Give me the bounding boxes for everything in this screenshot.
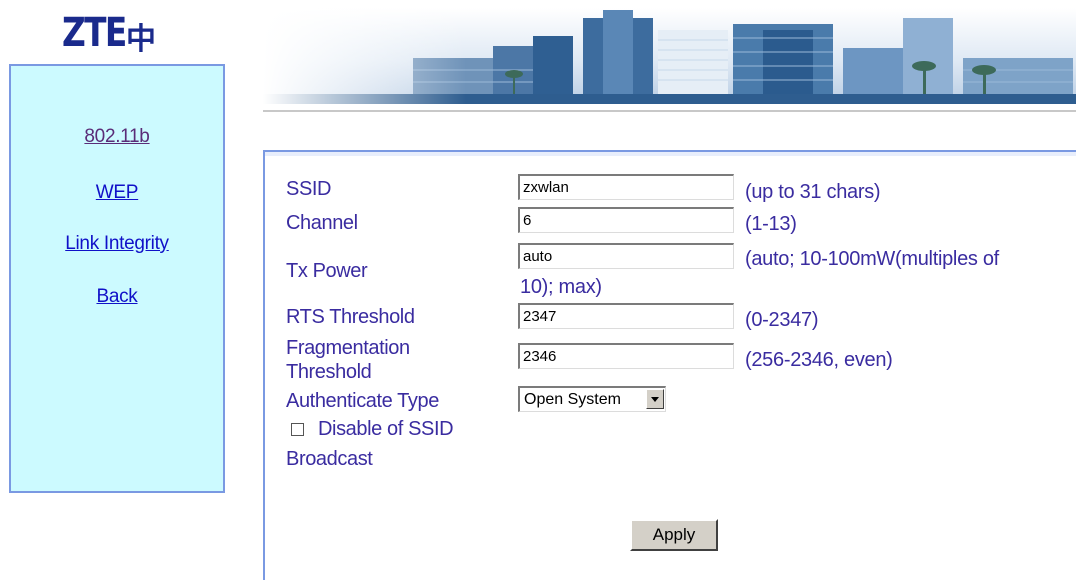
rts-threshold-label: RTS Threshold (286, 306, 415, 328)
rts-threshold-hint: (0-2347) (745, 309, 819, 331)
tx-power-hint-line2: 10); max) (520, 276, 602, 298)
authenticate-type-select[interactable]: Open System (518, 386, 666, 412)
disable-ssid-broadcast-checkbox[interactable] (291, 423, 304, 436)
zte-logo: ZTE 中兴 (60, 10, 180, 101)
apply-button[interactable]: Apply (630, 519, 718, 551)
channel-label: Channel (286, 212, 358, 234)
header-divider (263, 110, 1076, 112)
chevron-down-icon[interactable] (646, 389, 664, 409)
header-banner-image (263, 8, 1076, 104)
ssid-hint: (up to 31 chars) (745, 181, 881, 203)
tx-power-label: Tx Power (286, 260, 368, 282)
fragmentation-threshold-hint: (256-2346, even) (745, 349, 893, 371)
disable-ssid-label-line1: Disable of SSID (318, 418, 454, 440)
authenticate-type-value: Open System (524, 391, 621, 408)
channel-input[interactable] (518, 207, 734, 233)
tx-power-input[interactable] (518, 243, 734, 269)
logo-latin: ZTE (62, 10, 127, 56)
ssid-label: SSID (286, 178, 332, 200)
sidebar-item-wep[interactable]: WEP (11, 182, 223, 204)
channel-hint: (1-13) (745, 213, 797, 235)
authenticate-type-label: Authenticate Type (286, 390, 439, 412)
fragmentation-label-line2: Threshold (286, 361, 372, 383)
fragmentation-threshold-input[interactable] (518, 343, 734, 369)
fragmentation-label-line1: Fragmentation (286, 337, 410, 359)
ssid-input[interactable] (518, 174, 734, 200)
disable-ssid-label-line2: Broadcast (286, 448, 373, 470)
sidebar-item-link-integrity[interactable]: Link Integrity (11, 233, 223, 255)
sidebar-item-802-11b[interactable]: 802.11b (11, 126, 223, 148)
tx-power-hint-line1: (auto; 10-100mW(multiples of (745, 248, 999, 270)
sidebar-item-back[interactable]: Back (11, 286, 223, 308)
panel-top-shade (265, 152, 1076, 156)
rts-threshold-input[interactable] (518, 303, 734, 329)
sidebar-nav: 802.11b WEP Link Integrity Back (9, 64, 225, 493)
